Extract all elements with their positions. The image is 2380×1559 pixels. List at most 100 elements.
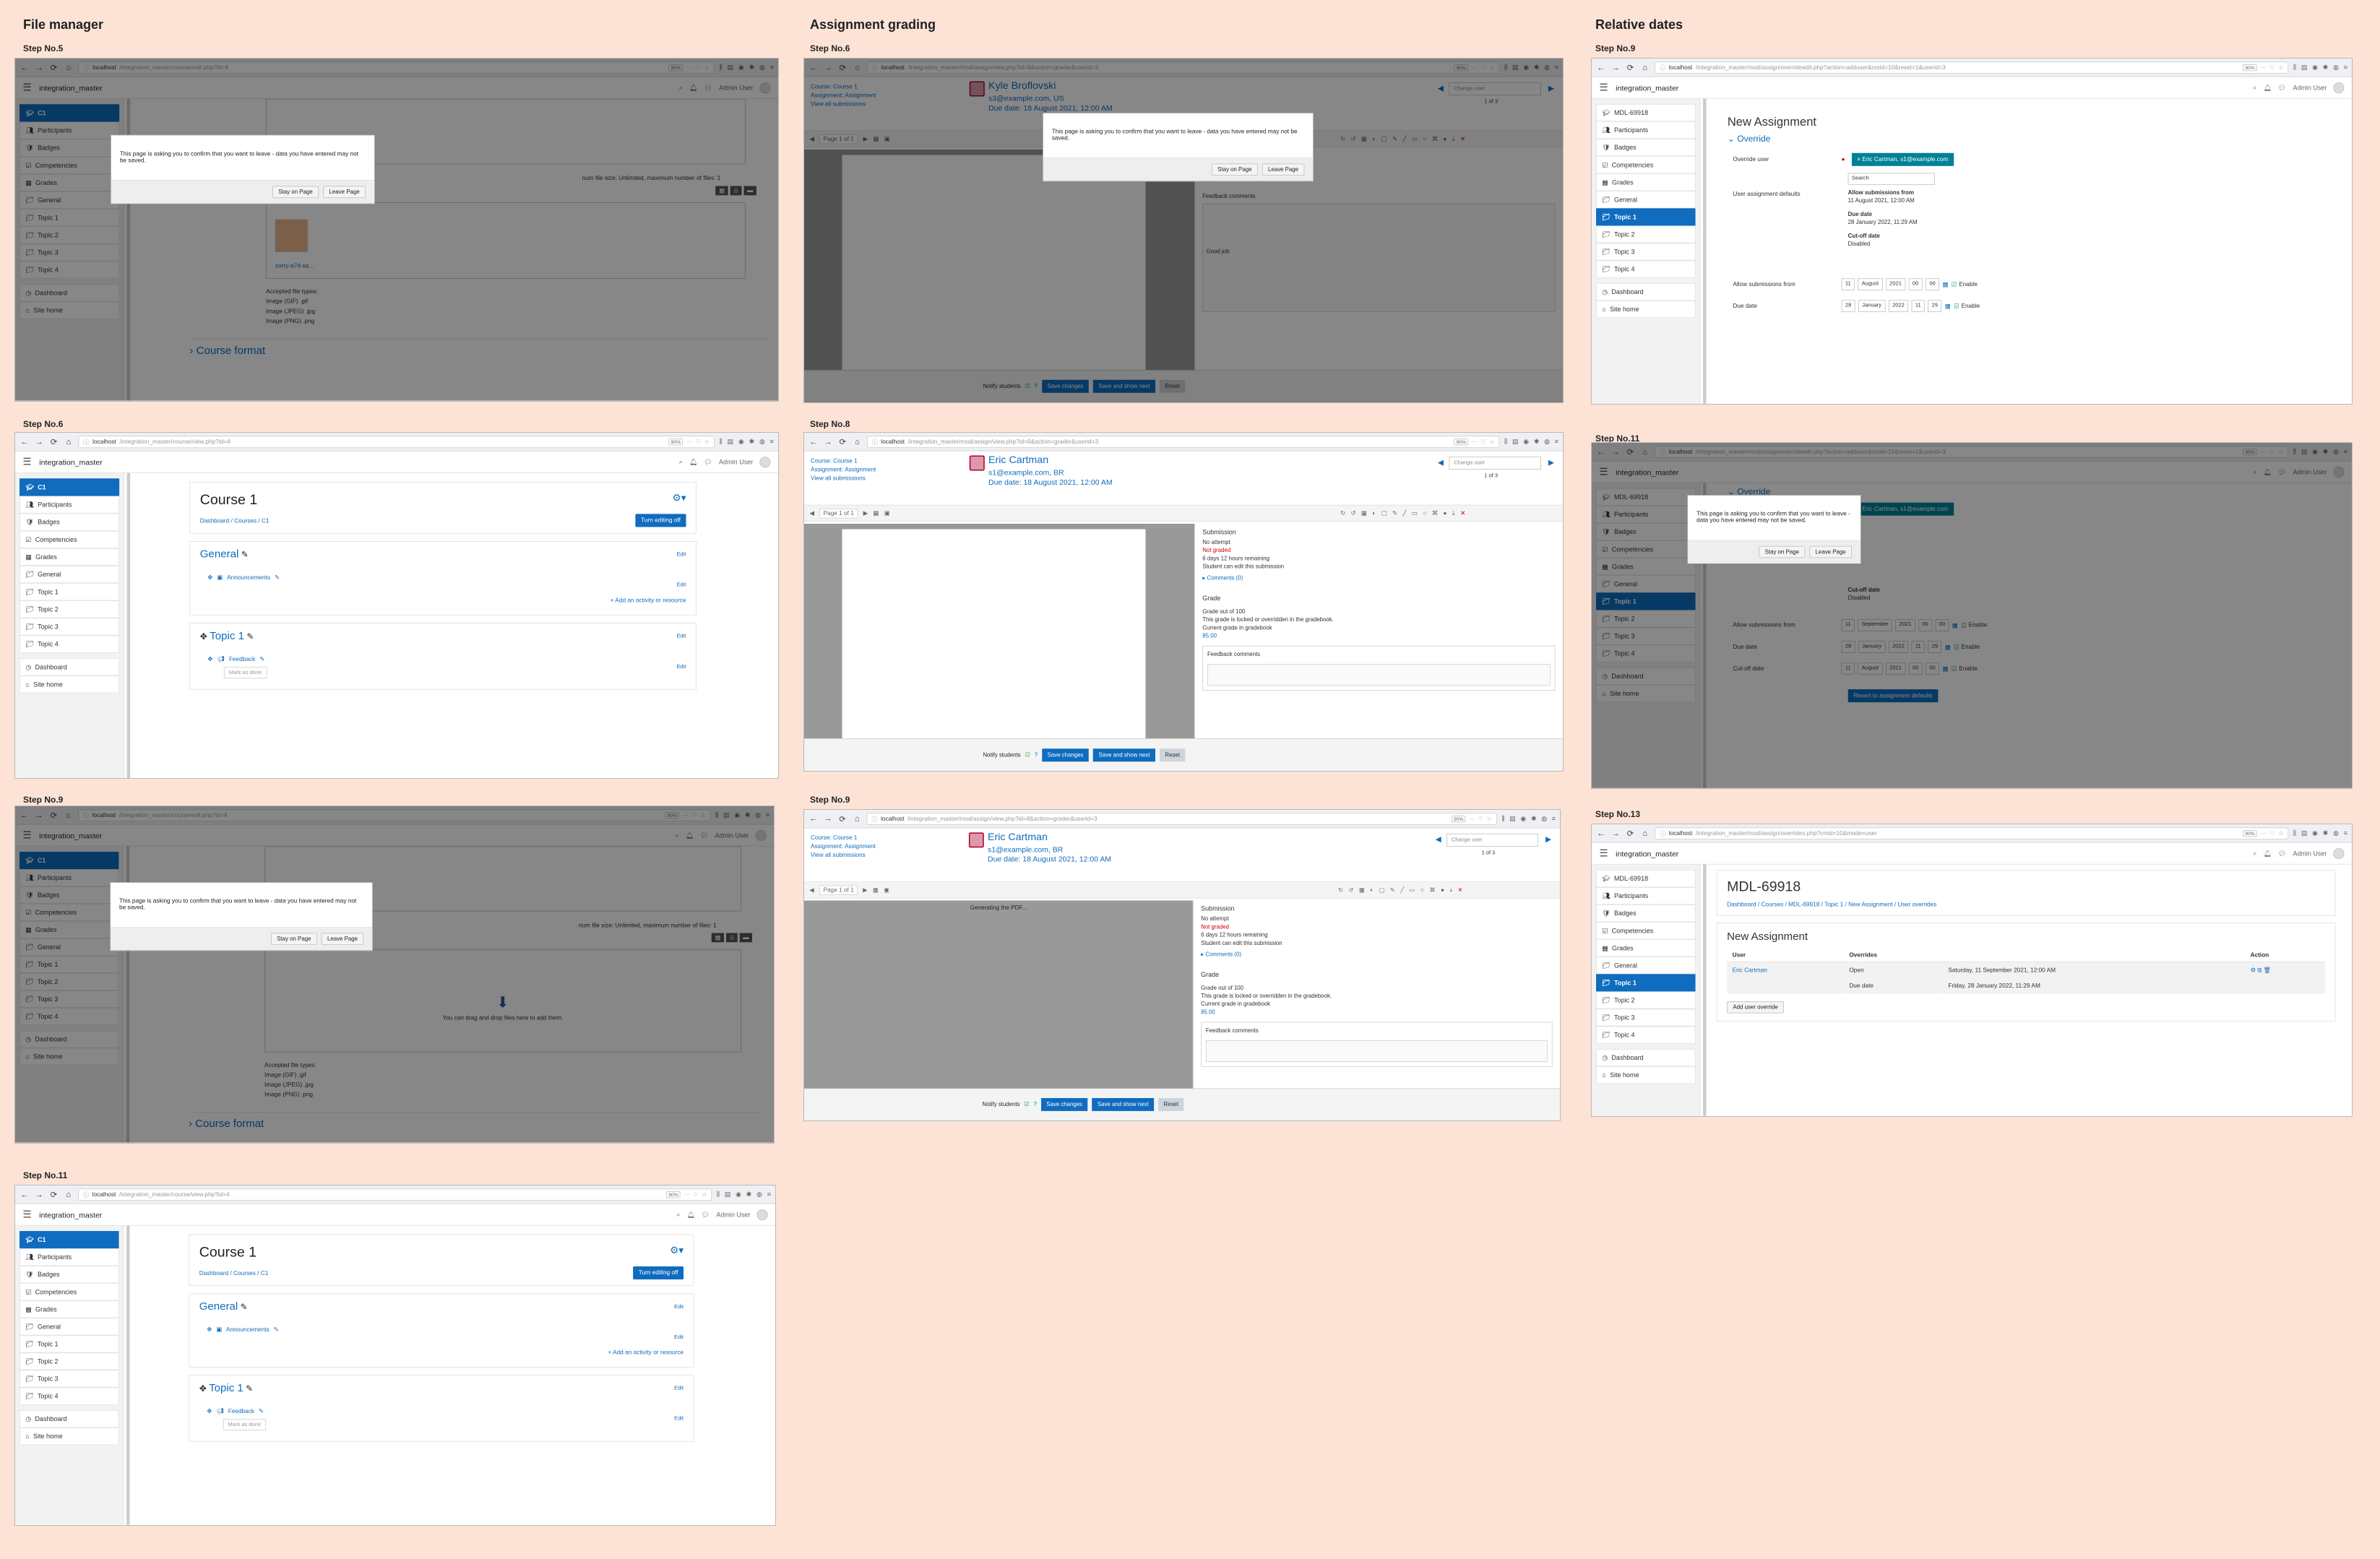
move-icon[interactable]: ✥ bbox=[200, 632, 207, 642]
activity-name[interactable]: Feedback bbox=[228, 1408, 254, 1415]
grid-view-icon[interactable]: ▦ bbox=[715, 186, 728, 196]
feedback-editor[interactable]: Good job bbox=[1202, 204, 1556, 312]
enable-checkbox[interactable]: ☑ bbox=[1952, 281, 1957, 288]
drawer-item[interactable]: ▦ Grades bbox=[20, 921, 119, 938]
drawer-item[interactable]: 🎓︎ MDL-69918 bbox=[1596, 870, 1696, 888]
next-user-icon[interactable]: ▶ bbox=[1548, 458, 1554, 467]
help-icon[interactable]: ? bbox=[1035, 383, 1038, 389]
delete-icon[interactable]: ✕ bbox=[1460, 510, 1465, 517]
drawer-item[interactable]: 📁︎ Topic 1 bbox=[20, 583, 120, 601]
line-icon[interactable]: ╱ bbox=[1402, 136, 1406, 142]
move-icon[interactable]: ✥ bbox=[199, 1384, 207, 1394]
search-comments-icon[interactable]: ▦ bbox=[873, 886, 879, 894]
drawer-item[interactable]: 📁︎ Topic 4 bbox=[20, 261, 120, 279]
date-select[interactable]: 11 bbox=[1911, 641, 1925, 653]
drawer-item[interactable]: ☑︎ Competencies bbox=[20, 1283, 119, 1301]
course-format-section[interactable]: › Course format bbox=[189, 1112, 763, 1131]
reset-button[interactable]: Reset bbox=[1158, 1097, 1184, 1111]
home-icon[interactable]: ⌂ bbox=[853, 437, 863, 446]
previous-user-icon[interactable]: ◀ bbox=[1438, 458, 1444, 467]
rotate-left-icon[interactable]: ↺ bbox=[1349, 886, 1354, 894]
drawer-item[interactable]: 📁︎ Topic 3 bbox=[20, 1370, 119, 1388]
drawer-scrollbar[interactable] bbox=[1703, 98, 1707, 404]
next-page-icon[interactable]: ▶ bbox=[863, 886, 867, 894]
drawer-item[interactable]: ☑︎ Competencies bbox=[1596, 922, 1696, 940]
sidebar-icon[interactable]: ▤ bbox=[1509, 815, 1515, 823]
download-icon[interactable]: ⤓ bbox=[1450, 886, 1453, 894]
change-user-select[interactable]: Change user bbox=[1449, 457, 1541, 470]
edit-menu[interactable]: Edit bbox=[674, 1304, 684, 1310]
pdf-page[interactable] bbox=[842, 155, 1146, 370]
drawer-item-site-home[interactable]: ⌂ Site home bbox=[1596, 301, 1696, 319]
next-page-icon[interactable]: ▶ bbox=[863, 136, 868, 142]
edit-menu[interactable]: Edit bbox=[674, 1334, 684, 1340]
pencil-icon[interactable]: ✎ bbox=[246, 632, 254, 642]
drawer-item-dashboard[interactable]: ◷ Dashboard bbox=[20, 284, 120, 302]
gear-icon[interactable]: ⚙▾ bbox=[673, 492, 686, 504]
next-page-icon[interactable]: ▶ bbox=[863, 510, 868, 517]
calendar-icon[interactable]: ▦ bbox=[1942, 665, 1948, 672]
view-all-link[interactable]: View all submissions bbox=[811, 851, 876, 860]
zoom-level[interactable]: 90% bbox=[1452, 815, 1466, 822]
address-bar[interactable]: ⓘ localhost/integration_master/mod/assig… bbox=[866, 813, 1497, 825]
student-name[interactable]: Kyle Broflovski bbox=[988, 80, 1056, 92]
pdf-viewer[interactable] bbox=[804, 150, 1194, 370]
rotate-icon[interactable]: ↻ bbox=[1340, 136, 1345, 142]
leave-page-button[interactable]: Leave Page bbox=[1262, 163, 1305, 176]
drawer-item[interactable]: 👥︎ Participants bbox=[1596, 506, 1696, 524]
rotate-icon[interactable]: ↻ bbox=[1340, 510, 1345, 517]
add-activity-link[interactable]: + Add an activity or resource bbox=[199, 1349, 684, 1356]
drawer-item[interactable]: 👥︎ Participants bbox=[1596, 121, 1696, 139]
drawer-item-site-home[interactable]: ⌂ Site home bbox=[1596, 1066, 1696, 1084]
pen-icon[interactable]: ✎ bbox=[1392, 510, 1397, 517]
drawer-item[interactable]: 📁︎ Topic 4 bbox=[20, 1008, 119, 1025]
more-icon[interactable]: ··· bbox=[1469, 816, 1475, 822]
sidebar-icon[interactable]: ▤ bbox=[1512, 64, 1519, 72]
crumb[interactable]: New Assignment bbox=[1848, 902, 1893, 908]
drawer-item[interactable]: 📁︎ Topic 1 bbox=[1596, 974, 1696, 992]
date-select[interactable]: September bbox=[1858, 619, 1892, 631]
student-name[interactable]: Eric Cartman bbox=[988, 454, 1048, 467]
revert-defaults-button[interactable]: Revert to assignment defaults bbox=[1847, 689, 1939, 703]
date-select[interactable]: 2021 bbox=[1895, 619, 1915, 631]
rotate-left-icon[interactable]: ↺ bbox=[1350, 136, 1355, 142]
enable-checkbox[interactable]: ☑ bbox=[1954, 303, 1959, 310]
stamp-icon[interactable]: ◐ bbox=[1372, 136, 1376, 142]
rectangle-icon[interactable]: ▭ bbox=[1412, 136, 1418, 142]
notify-checkbox[interactable]: ☑ bbox=[1025, 383, 1030, 389]
download-icon[interactable]: ⤓ bbox=[1452, 510, 1455, 517]
pdf-viewer[interactable] bbox=[804, 524, 1194, 738]
current-grade-value[interactable]: 85.00 bbox=[1201, 1009, 1552, 1016]
rotate-left-icon[interactable]: ↺ bbox=[1350, 510, 1355, 517]
back-icon[interactable]: ← bbox=[809, 63, 819, 72]
date-select[interactable]: 2022 bbox=[1888, 300, 1909, 312]
download-icon[interactable]: ⤓ bbox=[1452, 136, 1455, 143]
comments-toggle[interactable]: ▸ Comments (0) bbox=[1201, 951, 1552, 959]
date-select[interactable]: 2022 bbox=[1888, 641, 1909, 653]
crumb[interactable]: C1 bbox=[261, 1270, 269, 1277]
next-user-icon[interactable]: ▶ bbox=[1545, 834, 1551, 844]
pencil-icon[interactable]: ✎ bbox=[275, 574, 280, 581]
date-select[interactable]: January bbox=[1858, 300, 1886, 312]
drawer-item-dashboard[interactable]: ◷ Dashboard bbox=[20, 1410, 119, 1428]
drawer-item-dashboard[interactable]: ◷ Dashboard bbox=[1596, 283, 1696, 301]
drawer-item[interactable]: 📁︎ General bbox=[1596, 575, 1696, 593]
move-icon[interactable]: ✥ bbox=[207, 1326, 212, 1333]
drawer-item[interactable]: 📁︎ Topic 3 bbox=[20, 243, 120, 262]
drawer-item[interactable]: ☑︎ Competencies bbox=[20, 530, 120, 548]
course-link[interactable]: Course: Course 1 bbox=[811, 82, 876, 91]
drawer-item[interactable]: 📁︎ General bbox=[1596, 956, 1696, 975]
address-bar[interactable]: ⓘ localhost/integration_master/mod/assig… bbox=[867, 61, 1500, 74]
folder-view-icon[interactable]: ▬ bbox=[743, 186, 756, 196]
drawer-item[interactable]: ▦ Grades bbox=[1596, 173, 1696, 191]
drawer-item[interactable]: 📁︎ Topic 4 bbox=[1596, 644, 1696, 662]
drawer-item[interactable]: 📁︎ Topic 2 bbox=[1596, 225, 1696, 243]
expand-icon[interactable]: ▣ bbox=[884, 136, 890, 142]
drawer-item[interactable]: 📁︎ Topic 4 bbox=[1596, 260, 1696, 278]
turn-editing-off-button[interactable]: Turn editing off bbox=[633, 1266, 684, 1279]
drawer-item[interactable]: ☑︎ Competencies bbox=[1596, 156, 1696, 174]
account-icon[interactable]: ◉ bbox=[1523, 438, 1529, 446]
page-select[interactable]: Page 1 of 1 bbox=[819, 508, 858, 519]
drawer-item[interactable]: 📁︎ Topic 3 bbox=[1596, 1009, 1696, 1027]
crumb[interactable]: MDL-69918 bbox=[1788, 902, 1819, 908]
